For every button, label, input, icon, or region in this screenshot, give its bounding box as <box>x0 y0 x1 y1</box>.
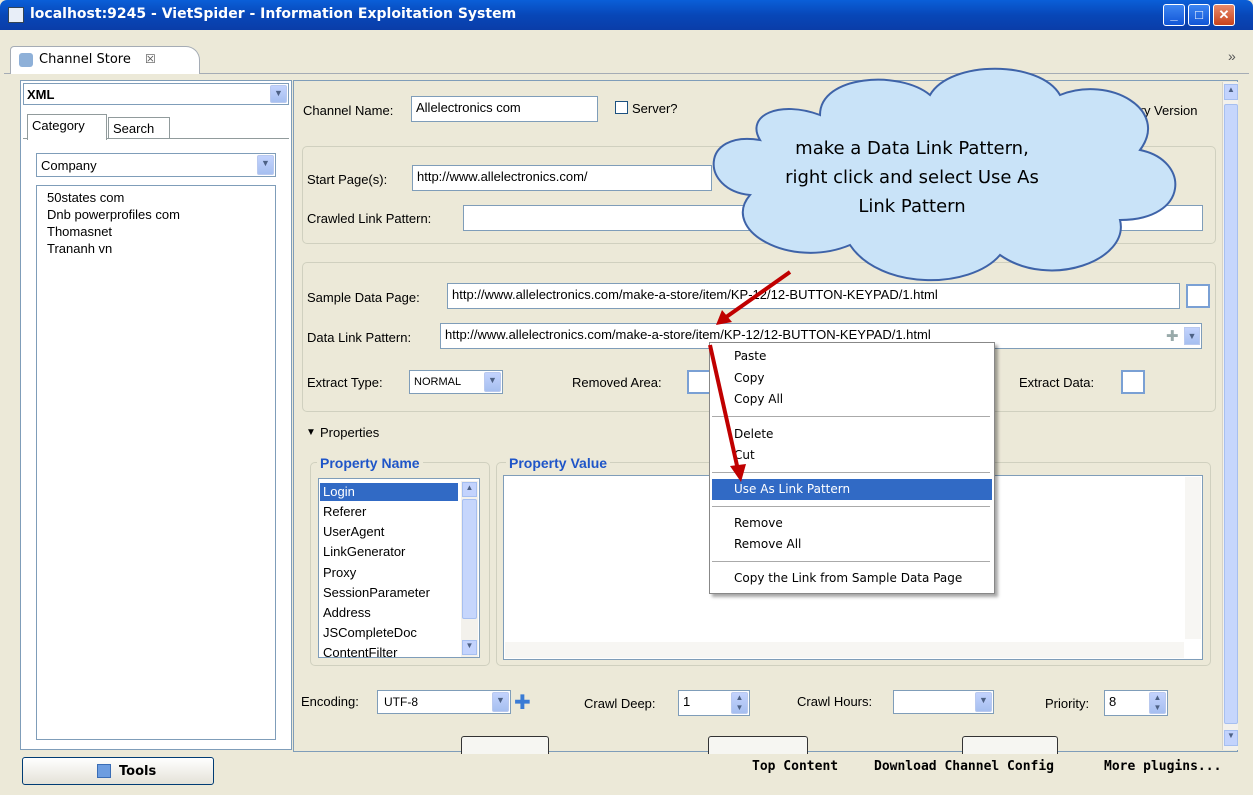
arrow-to-data-link-field <box>720 270 792 322</box>
annotation-overlay <box>708 67 1177 482</box>
callout-text: make a Data Link Pattern, right click an… <box>785 138 1039 217</box>
arrow-to-menu-item <box>708 344 740 471</box>
